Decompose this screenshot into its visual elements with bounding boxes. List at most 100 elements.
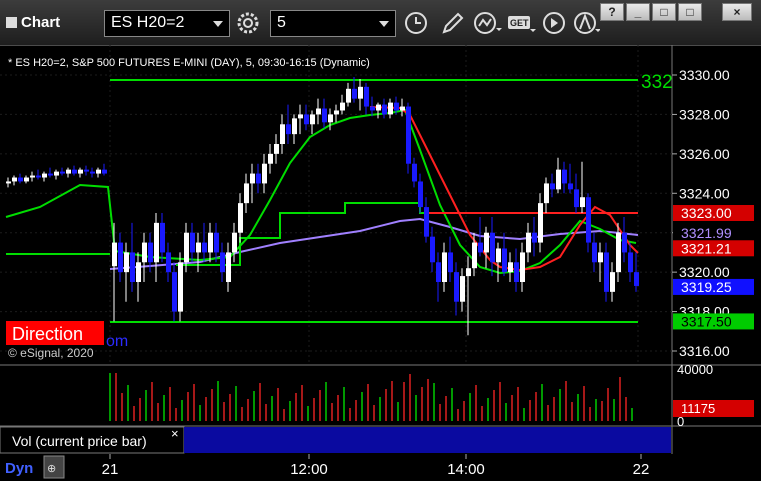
candle-body [196,242,201,253]
candle-body [184,232,189,263]
draw-tools-button[interactable] [438,10,466,37]
volume-panel-bar [184,427,671,453]
candle-body [442,252,447,282]
candle-body [96,169,101,174]
copyright-watermark: © eSignal, 2020 [8,346,94,360]
chevron-down-icon[interactable] [379,21,389,27]
candle-body [370,106,375,111]
price-tick-label: 3324.00 [679,185,730,201]
candle-body [418,181,423,208]
candle-body [232,232,237,253]
window-title: Chart [6,14,60,31]
interval-clock-button[interactable] [402,10,430,37]
candle-body [574,189,579,208]
candle-body [214,232,219,253]
interval-input[interactable]: 5 [270,10,396,37]
candle-body [448,252,453,273]
window-title-text: Chart [21,14,61,31]
candle-body [502,248,507,273]
candle-body [220,252,225,273]
candle-body [286,124,291,135]
volume-panel-label: Vol (current price bar) [12,433,147,449]
price-tick-label: 3326.00 [679,146,730,162]
get-data-button[interactable]: GET [506,10,538,37]
high-level-partial-label: 332 [641,72,673,93]
chart-header: * ES H20=2, S&P 500 FUTURES E-MINI (DAY)… [8,57,370,69]
chart-area[interactable]: * ES H20=2, S&P 500 FUTURES E-MINI (DAY)… [0,45,761,481]
candle-body [424,207,429,237]
volume-panel-close-icon[interactable]: × [171,426,179,441]
price-marker-label: 3321.21 [681,240,732,256]
candle-body [496,248,501,263]
candle-body [262,163,267,184]
candle-body [514,262,519,282]
candle-body [592,242,597,263]
candle-body [394,102,399,111]
candle-body [90,171,95,174]
candle-body [130,252,135,282]
direction-label: Direction [12,324,83,344]
candle-body [166,252,171,273]
candle-body [208,232,213,253]
candle-body [478,242,483,253]
candle-body [154,222,159,263]
candle-body [538,203,543,243]
candle-body [340,102,345,111]
candle-body [48,173,53,176]
symbol-settings-button[interactable] [234,10,262,37]
candle-body [142,242,147,263]
chart-window-icon [6,17,17,28]
candle-body [376,104,381,111]
candle-body [244,183,249,204]
candle-body [30,175,35,178]
candle-body [66,169,71,174]
minimize-button[interactable]: _ [626,3,650,21]
candle-body [310,114,315,125]
candle-body [382,104,387,115]
candle-body [72,169,77,174]
help-button[interactable]: ? [600,3,624,21]
green-average-line [5,108,637,275]
candle-body [274,144,279,154]
candlestick-series [6,76,639,336]
candle-body [172,272,177,312]
candle-body [520,252,525,282]
candle-body [346,88,351,103]
restore-button[interactable]: □ [678,3,702,21]
candle-body [604,252,609,292]
candle-body [550,183,555,190]
price-marker-label: 3323.00 [681,205,732,221]
partial-url-text: om [106,333,128,350]
symbol-input[interactable]: ES H20=2 [104,10,230,37]
candle-body [190,232,195,253]
study-icon [474,12,502,34]
candle-body [36,175,41,178]
candle-body [84,169,89,172]
candle-body [202,242,207,253]
candle-body [358,86,363,99]
price-tick-label: 3316.00 [679,343,730,359]
candle-body [508,262,513,273]
vwap-line [109,217,639,270]
candle-body [12,177,17,182]
candle-body [78,169,83,174]
chevron-down-icon[interactable] [213,21,223,27]
volume-series [109,373,633,421]
maximize-button[interactable]: □ [652,3,676,21]
candle-body [460,276,465,302]
candle-body [352,88,357,99]
close-button[interactable]: × [722,3,752,21]
time-tick-label: 14:00 [447,461,485,478]
studies-button[interactable] [472,10,502,37]
interval-value: 5 [277,14,286,31]
dynamic-mode-label[interactable]: Dyn [5,460,33,477]
candle-body [388,102,393,115]
lock-scale-icon: ⊕ [47,463,56,475]
cursor-icon [574,12,601,34]
candle-body [562,169,567,184]
candle-body [298,114,303,119]
cursor-mode-button[interactable] [572,10,601,37]
candle-body [406,106,411,164]
play-button[interactable] [540,10,568,37]
grid [0,45,672,365]
